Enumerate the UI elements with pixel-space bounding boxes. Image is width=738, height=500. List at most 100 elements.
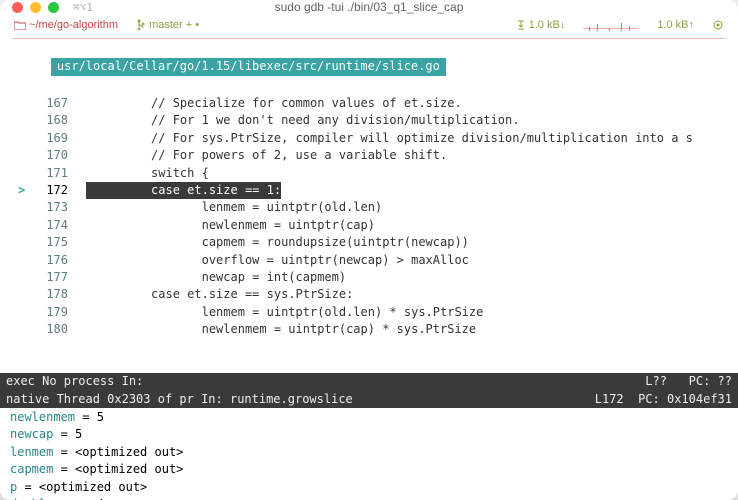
current-line-marker [18,269,28,286]
git-chip: master + • [136,18,199,34]
target-icon [712,18,724,34]
source-line: 179 lenmem = uintptr(old.len) * sys.PtrS… [18,304,738,321]
current-line-marker [18,304,28,321]
source-text: newlenmem = uintptr(cap) * sys.PtrSize [86,321,476,338]
divider [12,38,726,39]
current-line-marker [18,147,28,164]
variable-name: newlenmem [10,410,75,424]
status-right-2: L172 PC: 0x104ef31 [595,391,732,408]
source-line: 176 overflow = uintptr(newcap) > maxAllo… [18,252,738,269]
current-line-marker [18,217,28,234]
gdb-variable-line: newlenmem = 5 [10,409,728,426]
source-line: 178 case et.size == sys.PtrSize: [18,286,738,303]
current-line-marker [18,234,28,251]
git-branch-icon [136,19,149,31]
download-icon [516,19,529,31]
source-pane[interactable]: usr/local/Cellar/go/1.15/libexec/src/run… [0,41,738,373]
variable-value: = 5 [75,410,104,424]
source-line: 169 // For sys.PtrSize, compiler will op… [18,130,738,147]
net-down: 1.0 kB↓ [516,18,566,34]
net-up: 1.0 kB↑ [657,18,694,34]
current-line-marker [18,199,28,216]
current-line-marker: > [18,182,28,199]
variable-value: = <optimized out> [53,462,183,476]
source-text: // For powers of 2, use a variable shift… [86,147,447,164]
folder-chip: ~/me/go-algorithm [14,18,118,34]
net-down-value: 1.0 kB↓ [529,19,566,31]
variable-value: = <optimized out> [53,445,183,459]
variable-value: = <optimized out> [17,480,147,494]
source-text: // For 1 we don't need any division/mult… [86,112,519,129]
status-left-2: native Thread 0x2303 of pr In: runtime.g… [6,391,353,408]
git-branch: master + • [149,19,199,31]
line-number: 172 [28,182,86,199]
line-number: 177 [28,269,86,286]
source-line: >172 case et.size == 1: [18,182,738,199]
repo-path: ~/me/go-algorithm [29,19,118,31]
minimize-icon[interactable] [30,2,41,13]
line-number: 168 [28,112,86,129]
status-right-1: L?? PC: ?? [645,373,732,390]
line-number: 176 [28,252,86,269]
gdb-variable-line: p = <optimized out> [10,479,728,496]
gdb-console[interactable]: newlenmem = 5newcap = 5lenmem = <optimiz… [0,408,738,500]
current-line-marker [18,95,28,112]
close-icon[interactable] [12,2,23,13]
source-file-path: usr/local/Cellar/go/1.15/libexec/src/run… [51,58,446,75]
status-left-1: exec No process In: [6,373,143,390]
gdb-variable-line: capmem = <optimized out> [10,461,728,478]
source-line: 173 lenmem = uintptr(old.len) [18,199,738,216]
line-number: 173 [28,199,86,216]
source-text: lenmem = uintptr(old.len) [86,199,382,216]
status-bar-2: native Thread 0x2303 of pr In: runtime.g… [0,391,738,408]
source-text: case et.size == 1: [86,182,281,199]
line-number: 178 [28,286,86,303]
window-controls [12,2,59,13]
source-text: overflow = uintptr(newcap) > maxAlloc [86,252,469,269]
line-number: 169 [28,130,86,147]
info-bar: ~/me/go-algorithm master + • 1.0 kB↓ [0,16,738,38]
window-title: sudo gdb -tui ./bin/03_q1_slice_cap [0,0,738,17]
titlebar: ⌘⌥1 sudo gdb -tui ./bin/03_q1_slice_cap [0,0,738,16]
current-line-marker [18,130,28,147]
source-text: // Specialize for common values of et.si… [86,95,462,112]
source-text: capmem = roundupsize(uintptr(newcap)) [86,234,469,251]
line-number: 179 [28,304,86,321]
source-line: 175 capmem = roundupsize(uintptr(newcap)… [18,234,738,251]
source-line: 167 // Specialize for common values of e… [18,95,738,112]
source-line: 180 newlenmem = uintptr(cap) * sys.PtrSi… [18,321,738,338]
gdb-variable-line: doublecap = 4 [10,496,728,500]
current-line-marker [18,252,28,269]
window-shortcut: ⌘⌥1 [73,0,93,16]
status-bar-1: exec No process In: L?? PC: ?? [0,373,738,390]
variable-name: lenmem [10,445,53,459]
current-line-marker [18,286,28,303]
current-line-marker [18,165,28,182]
line-number: 180 [28,321,86,338]
source-text: newlenmem = uintptr(cap) [86,217,375,234]
source-line: 171 switch { [18,165,738,182]
source-line: 174 newlenmem = uintptr(cap) [18,217,738,234]
source-text: newcap = int(capmem) [86,269,346,286]
source-text: case et.size == sys.PtrSize: [86,286,353,303]
variable-value: = 5 [53,427,82,441]
gdb-variable-line: newcap = 5 [10,426,728,443]
source-line: 168 // For 1 we don't need any division/… [18,112,738,129]
gdb-variable-line: lenmem = <optimized out> [10,444,728,461]
source-text: lenmem = uintptr(old.len) * sys.PtrSize [86,304,483,321]
line-number: 170 [28,147,86,164]
sparkline [583,19,639,33]
folder-icon [14,19,29,31]
variable-name: capmem [10,462,53,476]
current-line-marker [18,112,28,129]
current-line-marker [18,321,28,338]
zoom-icon[interactable] [48,2,59,13]
line-number: 171 [28,165,86,182]
line-number: 175 [28,234,86,251]
line-number: 167 [28,95,86,112]
line-number: 174 [28,217,86,234]
source-text: // For sys.PtrSize, compiler will optimi… [86,130,693,147]
terminal-window: ⌘⌥1 sudo gdb -tui ./bin/03_q1_slice_cap … [0,0,738,500]
source-line: 170 // For powers of 2, use a variable s… [18,147,738,164]
source-line: 177 newcap = int(capmem) [18,269,738,286]
